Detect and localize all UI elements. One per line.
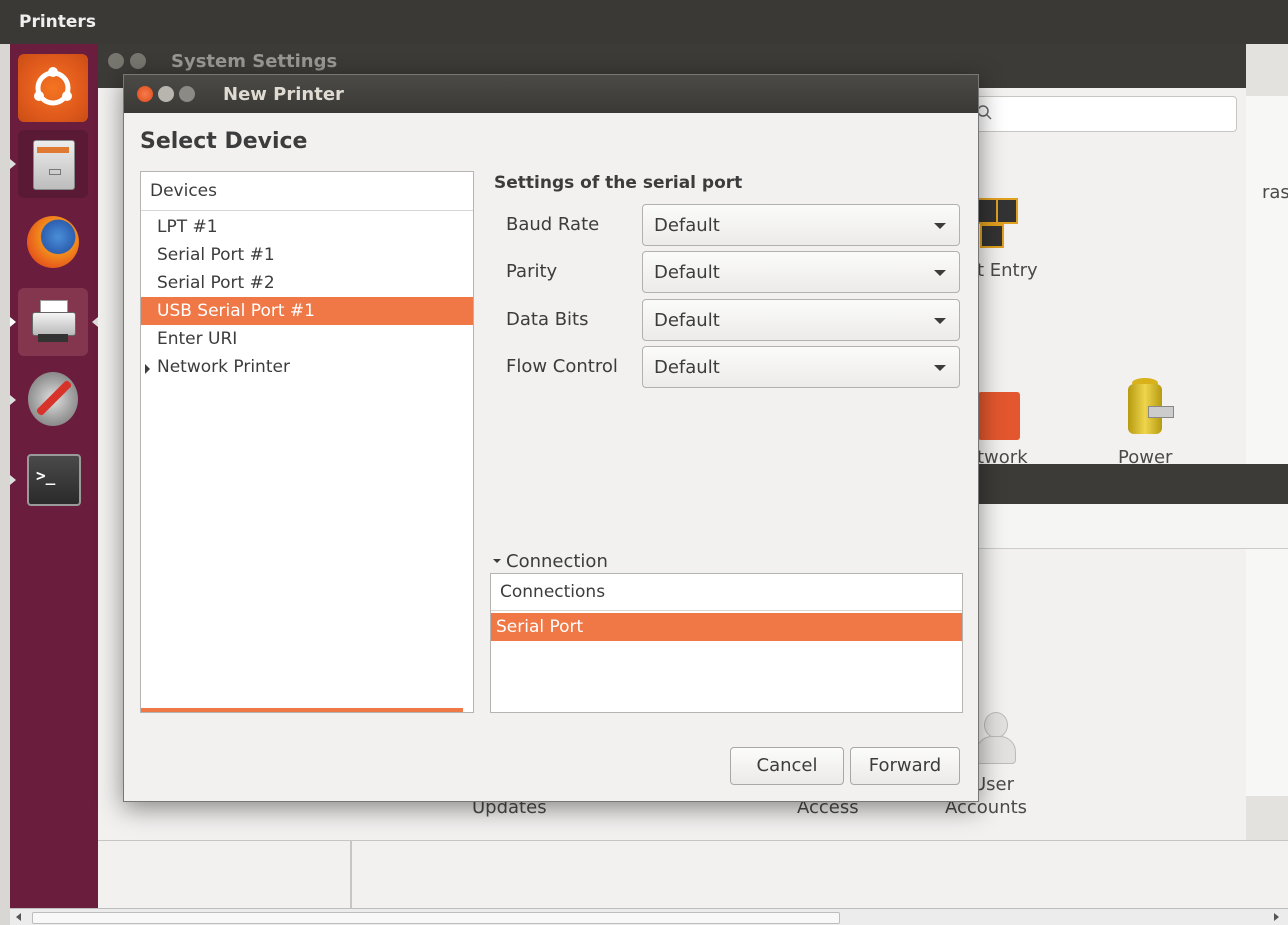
baud-rate-select[interactable]: Default (642, 204, 960, 246)
settings-search-strip (960, 504, 1288, 549)
device-row-enter-uri[interactable]: Enter URI (141, 325, 473, 353)
search-icon (977, 105, 992, 120)
terminal-icon: >_ (27, 454, 81, 506)
device-list[interactable]: Devices LPT #1 Serial Port #1 Serial Por… (140, 171, 474, 713)
settings-search-input[interactable] (960, 96, 1237, 132)
system-settings-icon (28, 372, 78, 426)
scrollbar-thumb[interactable] (32, 912, 840, 924)
minimize-icon[interactable] (158, 86, 174, 102)
launcher: >_ (10, 44, 98, 908)
cancel-button[interactable]: Cancel (730, 747, 844, 785)
data-bits-label: Data Bits (506, 309, 589, 330)
bg-label-entry: t Entry (977, 260, 1038, 281)
device-label: Network Printer (157, 357, 290, 377)
printer-icon (32, 300, 76, 344)
bg-label-user: User (973, 774, 1015, 795)
launcher-item-dash[interactable] (18, 54, 88, 122)
ubuntu-dash-icon (34, 67, 72, 106)
device-row-lpt1[interactable]: LPT #1 (141, 213, 473, 241)
flow-control-select[interactable]: Default (642, 346, 960, 388)
launcher-item-terminal[interactable]: >_ (10, 446, 88, 514)
settings-side-panel: ras (1246, 96, 1288, 796)
chevron-down-icon (934, 365, 946, 371)
firefox-icon (27, 216, 79, 268)
close-icon[interactable] (137, 86, 153, 102)
flow-control-value: Default (654, 357, 720, 378)
forward-button[interactable]: Forward (850, 747, 960, 785)
parity-value: Default (654, 262, 720, 283)
launcher-item-files[interactable] (10, 130, 88, 198)
file-cabinet-icon (33, 140, 75, 190)
flow-control-label: Flow Control (506, 356, 618, 377)
device-label: Serial Port #1 (157, 245, 275, 265)
settings-dark-bar (960, 464, 1288, 504)
serial-settings-title: Settings of the serial port (494, 173, 743, 193)
page-title: Select Device (140, 129, 308, 154)
chevron-down-icon (934, 270, 946, 276)
device-row-usb-serial1[interactable]: USB Serial Port #1 (141, 297, 473, 325)
launcher-item-printers[interactable] (10, 288, 98, 356)
connection-expander[interactable]: Connection (506, 551, 608, 572)
connection-row-serial-port[interactable]: Serial Port (491, 613, 962, 641)
device-list-scroll-indicator (141, 708, 463, 712)
settings-close-icon[interactable] (108, 53, 124, 69)
maximize-icon[interactable] (179, 86, 195, 102)
settings-minimize-icon[interactable] (130, 53, 146, 69)
panel-divider (350, 840, 352, 908)
keyboard-icon (976, 198, 1018, 248)
scroll-left-icon[interactable] (16, 913, 21, 921)
chevron-down-icon (934, 318, 946, 324)
top-panel: Printers (0, 0, 1288, 44)
parity-select[interactable]: Default (642, 251, 960, 293)
data-bits-select[interactable]: Default (642, 299, 960, 341)
device-row-network-printer[interactable]: Network Printer (141, 353, 473, 381)
bg-label-ras: ras (1262, 182, 1288, 203)
dialog-titlebar: New Printer (124, 75, 978, 113)
data-bits-value: Default (654, 310, 720, 331)
connections-column-header[interactable]: Connections (491, 574, 962, 611)
devices-column-header[interactable]: Devices (141, 172, 473, 211)
parity-label: Parity (506, 261, 558, 282)
launcher-item-firefox[interactable] (18, 210, 88, 278)
device-label: USB Serial Port #1 (157, 301, 315, 321)
device-row-serial1[interactable]: Serial Port #1 (141, 241, 473, 269)
expander-right-icon[interactable] (145, 364, 150, 374)
system-settings-title: System Settings (171, 51, 338, 72)
device-label: Serial Port #2 (157, 273, 275, 293)
new-printer-dialog: New Printer Select Device Devices LPT #1… (123, 74, 979, 802)
app-title: Printers (19, 12, 96, 32)
device-label: Enter URI (157, 329, 238, 349)
dialog-title: New Printer (223, 84, 344, 105)
connection-label: Serial Port (496, 617, 584, 637)
connections-list[interactable]: Connections Serial Port (490, 573, 963, 713)
printers-bottom-panel (98, 840, 1288, 909)
expander-down-icon[interactable] (493, 559, 501, 563)
chevron-down-icon (934, 223, 946, 229)
launcher-item-settings[interactable] (10, 366, 88, 434)
scroll-right-icon[interactable] (1274, 913, 1279, 921)
baud-rate-label: Baud Rate (506, 214, 600, 235)
device-row-serial2[interactable]: Serial Port #2 (141, 269, 473, 297)
baud-rate-value: Default (654, 215, 720, 236)
power-icon (1120, 378, 1176, 440)
device-label: LPT #1 (157, 217, 218, 237)
network-icon (978, 392, 1020, 440)
